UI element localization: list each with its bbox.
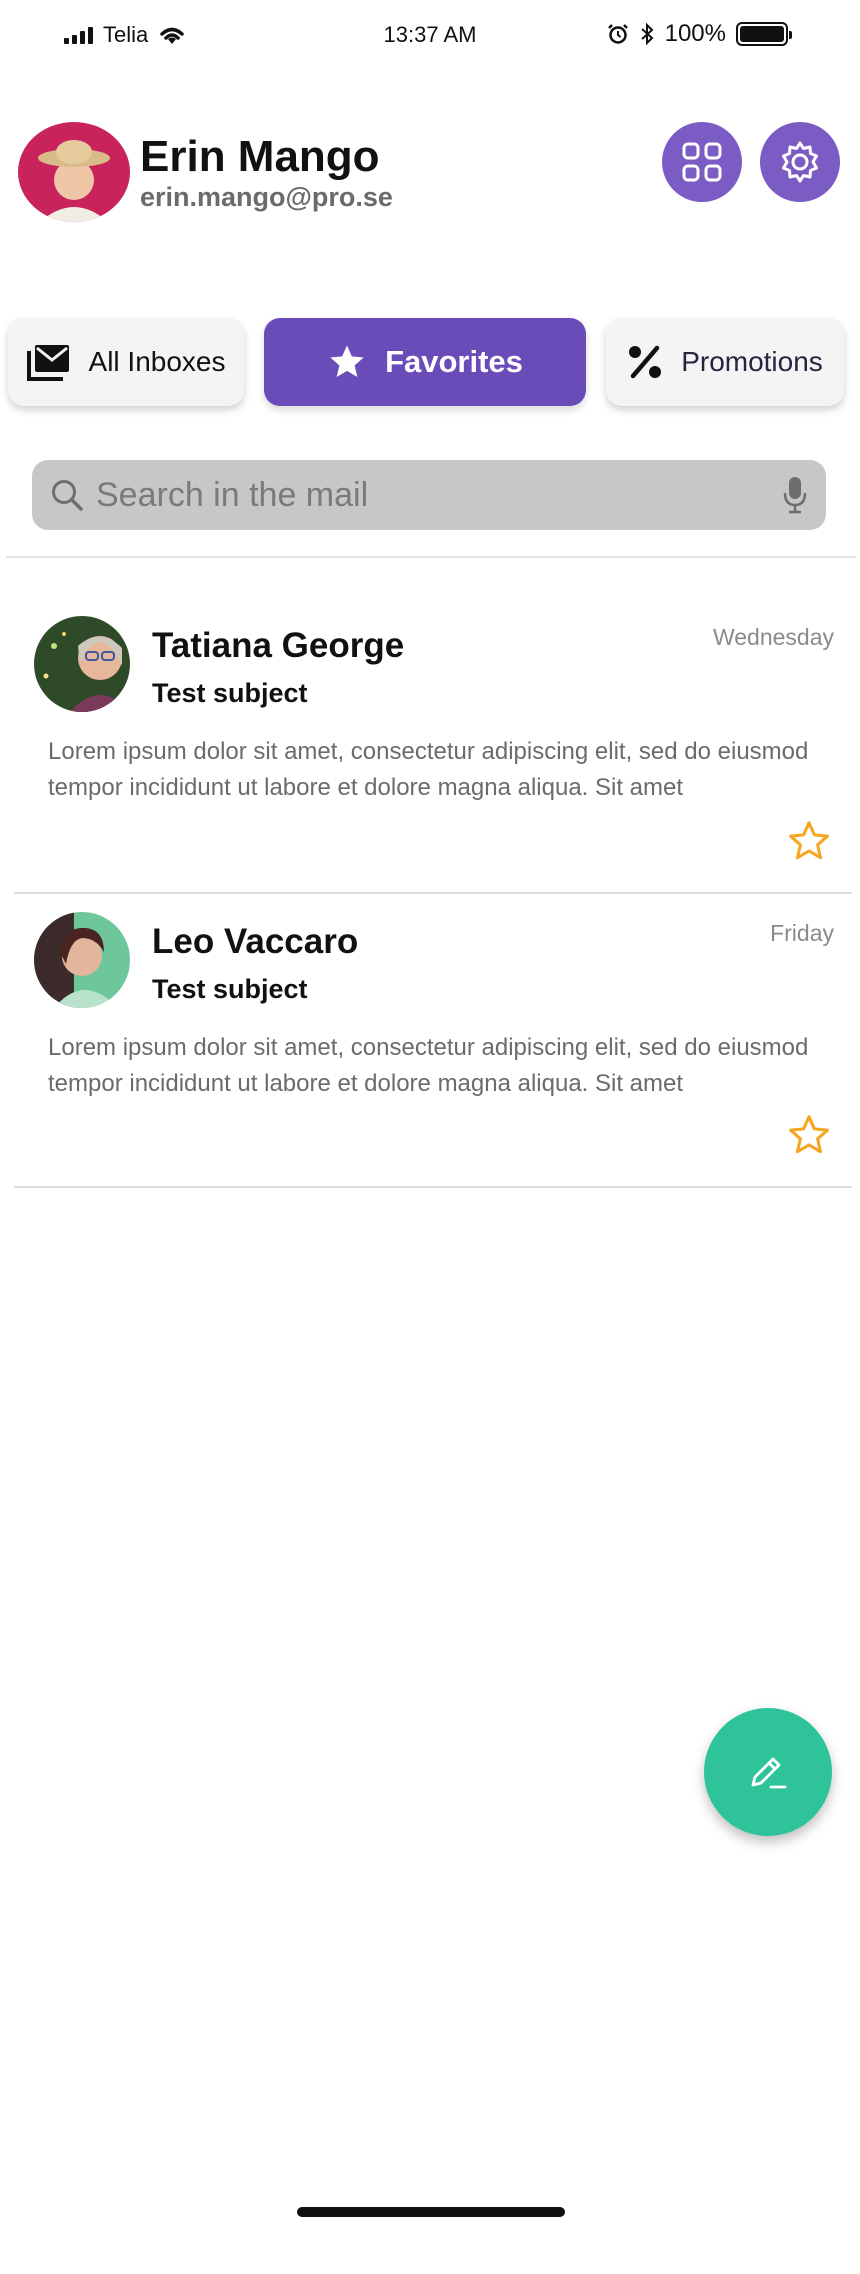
alarm-icon [607, 24, 628, 44]
tab-promotions[interactable]: Promotions [606, 318, 844, 406]
mail-preview: Lorem ipsum dolor sit amet, consectetur … [48, 738, 809, 801]
favorite-star-icon[interactable] [786, 1112, 832, 1158]
search-bar [32, 460, 826, 530]
avatar[interactable] [18, 122, 130, 222]
folder-tabs: All Inboxes Favorites Promotions [8, 318, 854, 408]
mail-subject: Test subject [152, 974, 308, 1004]
bluetooth-icon [640, 22, 654, 46]
tab-label: All Inboxes [88, 346, 226, 377]
settings-button[interactable] [760, 122, 840, 202]
mail-date: Friday [770, 920, 834, 946]
avatar [34, 616, 130, 712]
sender-name: Leo Vaccaro [152, 922, 359, 961]
apps-grid-button[interactable] [662, 122, 742, 202]
tab-label: Promotions [681, 346, 823, 377]
search-input[interactable] [96, 475, 782, 515]
avatar [34, 912, 130, 1008]
tab-all-inboxes[interactable]: All Inboxes [8, 318, 244, 406]
grid-icon [682, 142, 722, 182]
home-indicator[interactable] [297, 2207, 565, 2217]
sender-name: Tatiana George [152, 626, 405, 665]
compose-button[interactable] [704, 1708, 832, 1836]
status-bar: Telia 13:37 AM 100% [0, 0, 860, 72]
user-email: erin.mango@pro.se [140, 182, 393, 212]
mail-subject: Test subject [152, 678, 308, 708]
tab-label: Favorites [385, 344, 523, 379]
mail-date: Wednesday [712, 624, 834, 650]
mail-list-item[interactable]: Leo Vaccaro Test subject Friday Lorem ip… [14, 894, 852, 1188]
favorite-star-icon[interactable] [786, 818, 832, 864]
star-icon [330, 345, 364, 377]
divider [6, 556, 856, 558]
status-right-group: 100% [607, 20, 792, 48]
microphone-icon[interactable] [782, 475, 808, 515]
battery-percent: 100% [664, 20, 726, 47]
mail-preview: Lorem ipsum dolor sit amet, consectetur … [48, 1034, 809, 1097]
battery-icon [736, 22, 792, 46]
gear-icon [782, 141, 818, 183]
percent-icon [629, 345, 662, 379]
search-icon [52, 480, 83, 511]
pencil-icon [751, 1757, 787, 1789]
user-name: Erin Mango [140, 132, 380, 181]
mail-inbox-icon [26, 345, 69, 381]
profile-header: Erin Mango erin.mango@pro.se [18, 120, 842, 224]
mail-list-item[interactable]: Tatiana George Test subject Wednesday Lo… [14, 598, 852, 894]
tab-favorites[interactable]: Favorites [264, 318, 586, 406]
